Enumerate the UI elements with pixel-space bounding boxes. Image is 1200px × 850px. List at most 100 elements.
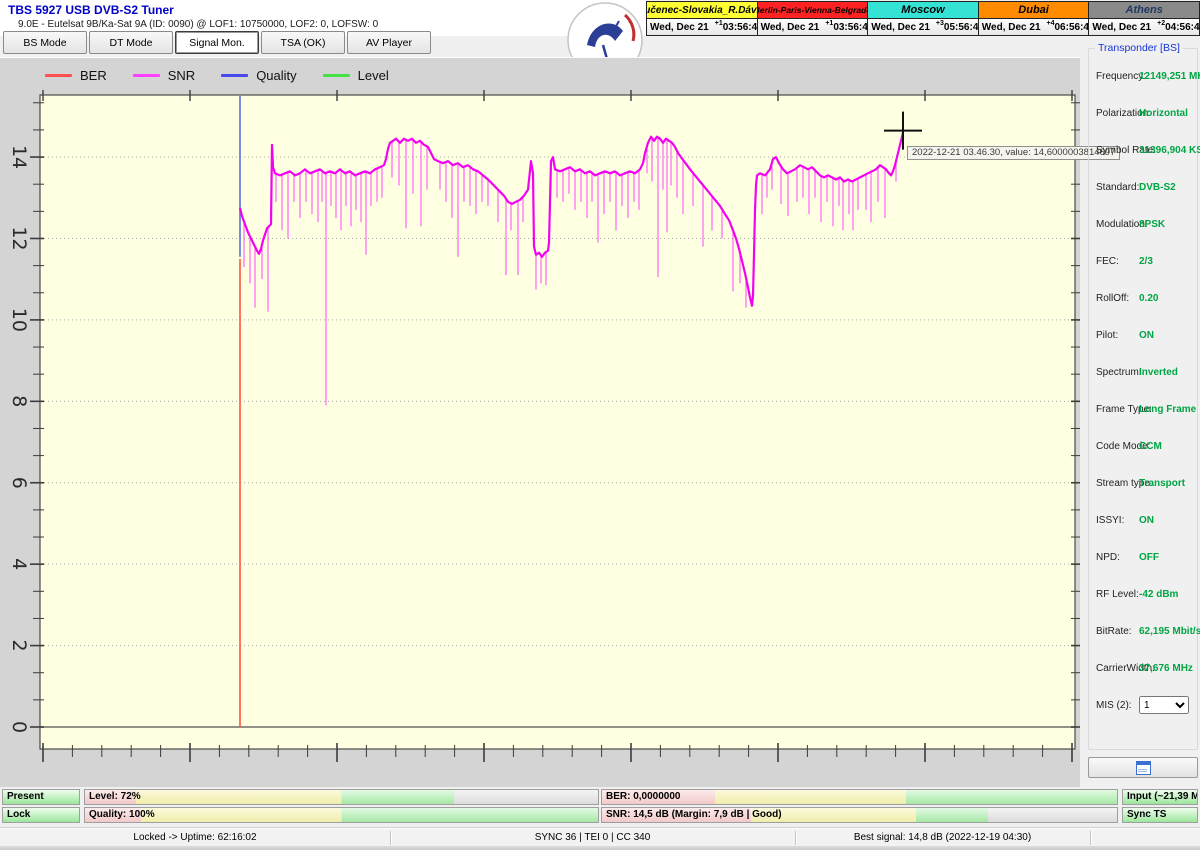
transponder-row-issyi-: ISSYI:ON: [1089, 515, 1197, 529]
field-label: Pilot:: [1096, 330, 1118, 341]
status-box-lock: Lock: [2, 807, 80, 823]
clock-4: DubaiWed, Dec 21+406:56:49: [979, 2, 1090, 35]
clock-hms: 03:56:49: [723, 22, 758, 33]
statusbar-sync: SYNC 36 | TEI 0 | CC 340: [390, 831, 795, 845]
transponder-row-symbol-rate-: Symbol Rate:31396,904 KS/s: [1089, 145, 1197, 159]
status-box-sync-ts: Sync TS: [1122, 807, 1198, 823]
bar-segment-yellow: [715, 790, 906, 804]
tab-bs-mode[interactable]: BS Mode: [3, 31, 87, 54]
groupbox-title: Transponder [BS]: [1095, 42, 1183, 54]
status-row-2: Lock Quality: 100% SNR: 14,5 dB (Margin: 7…: [0, 807, 1200, 823]
field-label: NPD:: [1096, 552, 1120, 563]
progress-bar-snr: SNR: 14,5 dB (Margin: 7,9 dB | Good): [601, 807, 1118, 823]
field-value: 0.20: [1139, 293, 1158, 304]
field-value: ON: [1139, 330, 1154, 341]
report-icon: [1136, 761, 1151, 775]
bar-label-ber: BER: 0,0000000: [606, 791, 681, 802]
transponder-row-polarization-: Polarization:Horizontal: [1089, 108, 1197, 122]
field-label: Standard:: [1096, 182, 1139, 193]
satellite-subtitle: 9.0E - Eutelsat 9B/Ka-Sat 9A (ID: 0090) …: [18, 19, 378, 30]
tab-tsa-ok-[interactable]: TSA (OK): [261, 31, 345, 54]
field-value: 2/3: [1139, 256, 1153, 267]
clock-time: Wed, Dec 21+305:56:49: [868, 19, 978, 35]
field-value: Long Frame: [1139, 404, 1196, 415]
field-value: 12149,251 MHz: [1139, 71, 1200, 82]
progress-bar-ber: BER: 0,0000000: [601, 789, 1118, 805]
clock-5: AthensWed, Dec 21+204:56:49: [1089, 2, 1199, 35]
transponder-row-fec-: FEC: 2/3: [1089, 256, 1197, 270]
clock-1: Lučenec-Slovakia_R.Dávid Wed, Dec 21 +103:…: [647, 2, 758, 35]
utc-offset: +4: [1047, 20, 1055, 27]
field-value: Horizontal: [1139, 108, 1188, 119]
y-axis-label-10: 10: [8, 308, 30, 332]
mis-select[interactable]: 1: [1139, 696, 1189, 714]
clock-city-label: Moscow: [868, 2, 978, 19]
clock-hms: 05:56:49: [944, 22, 979, 33]
clock-time: Wed, Dec 21+406:56:49: [979, 19, 1089, 35]
y-axis-label-0: 0: [8, 721, 30, 733]
transponder-row-frequency-: Frequency:12149,251 MHz: [1089, 71, 1197, 85]
tab-dt-mode[interactable]: DT Mode: [89, 31, 173, 54]
world-clocks: Lučenec-Slovakia_R.DávidWed, Dec 21+103:…: [646, 1, 1200, 36]
status-bar: Locked -> Uptime: 62:16:02 SYNC 36 | TEI…: [0, 828, 1200, 847]
clock-city-label: Berlin-Paris-Vienna-Belgrade: [758, 2, 868, 19]
bar-segment-yellow: [141, 808, 341, 822]
clock-city-label: Dubai: [979, 2, 1089, 19]
transponder-row-stream-type-: Stream type:Transport: [1089, 478, 1197, 492]
field-label: FEC:: [1096, 256, 1119, 267]
field-value: -42 dBm: [1139, 589, 1178, 600]
transport-analysis-button[interactable]: [1088, 757, 1198, 778]
field-value: 31396,904 KS/s: [1139, 145, 1200, 156]
taskbar-edge: [0, 846, 1200, 850]
progress-bar-level: Level: 72%: [84, 789, 599, 805]
clock-date: Wed, Dec 21: [650, 22, 709, 33]
field-label: MIS (2):: [1096, 700, 1132, 711]
field-value: Inverted: [1139, 367, 1178, 378]
utc-offset: +2: [1157, 20, 1165, 27]
clock-time: Wed, Dec 21+103:56:49: [758, 19, 868, 35]
y-axis-label-14: 14: [8, 145, 30, 169]
y-axis-label-6: 6: [8, 477, 30, 489]
utc-offset: +1: [825, 20, 833, 27]
transponder-row-mis: MIS (2):1: [1089, 696, 1197, 710]
clock-2: Berlin-Paris-Vienna-BelgradeWed, Dec 21+…: [758, 2, 869, 35]
progress-bar-quality: Quality: 100%: [84, 807, 599, 823]
field-value: OFF: [1139, 552, 1159, 563]
clock-date: Wed, Dec 21: [1092, 22, 1151, 33]
clock-hms: 04:56:49: [1165, 22, 1199, 33]
bar-label-level: Level: 72%: [89, 791, 141, 802]
field-value: ON: [1139, 515, 1154, 526]
y-axis-label-2: 2: [8, 640, 30, 652]
statusbar-best-signal: Best signal: 14,8 dB (2022-12-19 04:30): [795, 831, 1090, 845]
utc-offset: +1: [715, 20, 723, 27]
field-label: Spectrum:: [1096, 367, 1142, 378]
window-title: TBS 5927 USB DVB-S2 Tuner: [8, 3, 174, 17]
field-value: 37,676 MHz: [1139, 663, 1193, 674]
field-value: 62,195 Mbit/s: [1139, 626, 1200, 637]
bar-segment-green: [906, 790, 1117, 804]
statusbar-uptime: Locked -> Uptime: 62:16:02: [0, 831, 390, 845]
bar-label-snr: SNR: 14,5 dB (Margin: 7,9 dB | Good): [606, 809, 782, 820]
status-row-1: PresentLevel: 72%BER: 0,0000000Input (~2…: [0, 789, 1200, 805]
tab-av-player[interactable]: AV Player: [347, 31, 431, 54]
clock-time: Wed, Dec 21 +103:56:49: [647, 19, 757, 35]
transponder-row-npd-: NPD: OFF: [1089, 552, 1197, 566]
y-axis-label-8: 8: [8, 395, 30, 407]
bar-label-quality: Quality: 100%: [89, 809, 155, 820]
tuner-app-window: TBS 5927 USB DVB-S2 Tuner 9.0E - Eutelsa…: [0, 0, 1200, 850]
transponder-row-carrierwidth-: CarrierWidth:37,676 MHz: [1089, 663, 1197, 677]
transponder-row-code-mode-: Code Mode:CCM: [1089, 441, 1197, 455]
field-value: 8PSK: [1139, 219, 1165, 230]
transponder-row-frame-type-: Frame Type:Long Frame: [1089, 404, 1197, 418]
y-axis-label-4: 4: [8, 558, 30, 570]
transponder-row-rf-level-: RF Level:-42 dBm: [1089, 589, 1197, 603]
transponder-row-modulation-: Modulation:8PSK: [1089, 219, 1197, 233]
mode-tabs: BS ModeDT ModeSignal Mon.TSA (OK)AV Play…: [3, 31, 431, 53]
clock-city-label: Lučenec-Slovakia_R.Dávid: [647, 2, 757, 19]
signal-chart[interactable]: 02468101214: [0, 57, 1080, 786]
clock-date: Wed, Dec 21: [982, 22, 1041, 33]
field-value: DVB-S2: [1139, 182, 1176, 193]
transponder-row-bitrate-: BitRate:62,195 Mbit/s: [1089, 626, 1197, 640]
tab-signal-mon-[interactable]: Signal Mon.: [175, 31, 259, 54]
utc-offset: +3: [936, 20, 944, 27]
